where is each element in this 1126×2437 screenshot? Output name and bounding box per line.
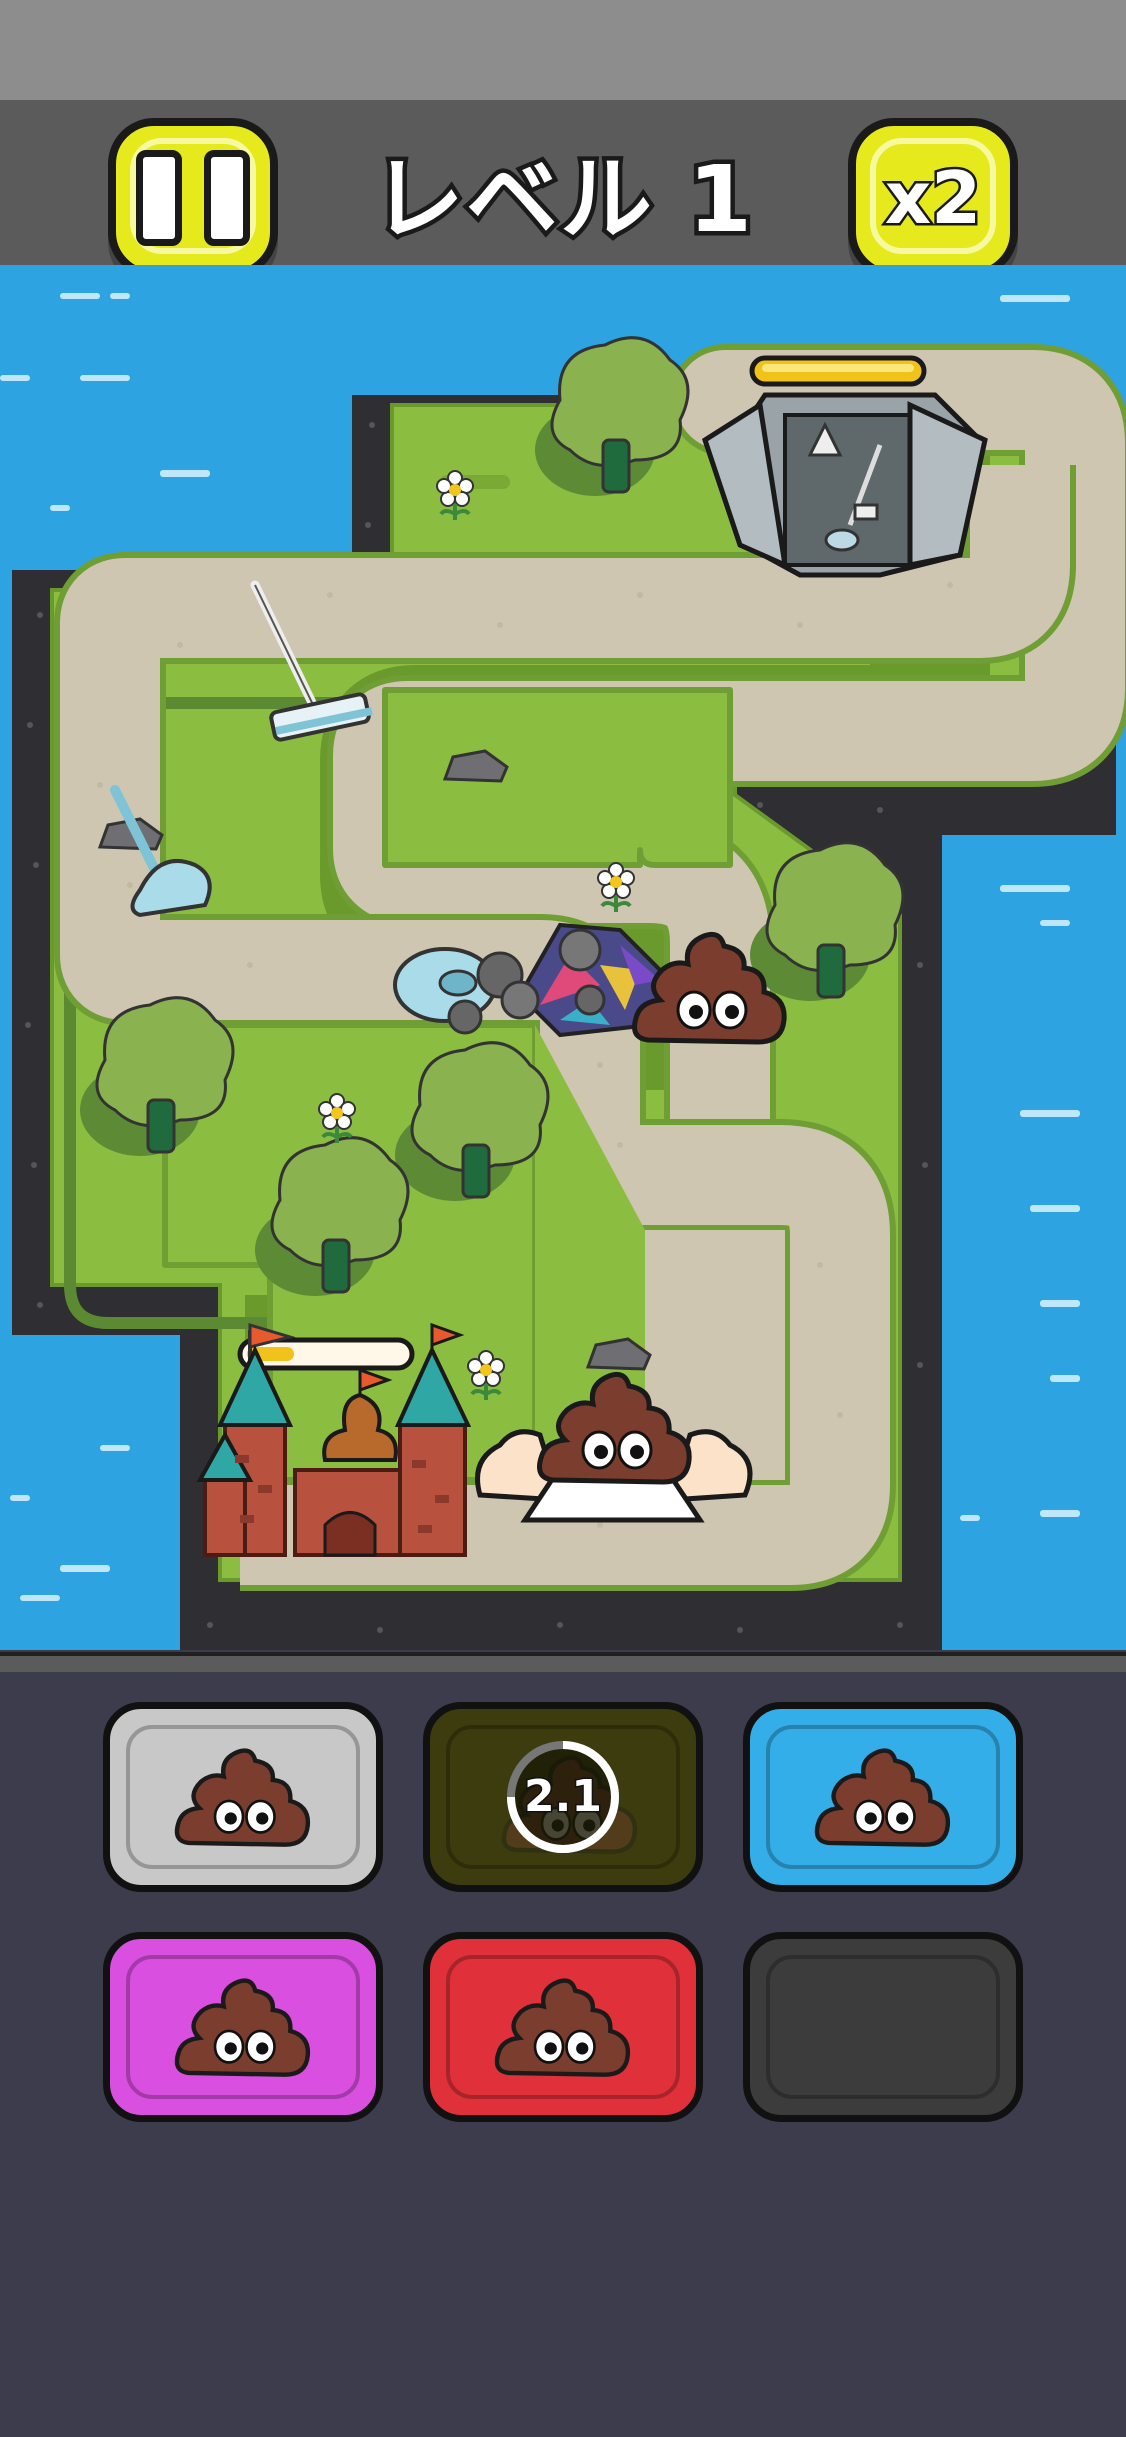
unit-panel: 2.1 bbox=[0, 1672, 1126, 2437]
flower bbox=[466, 1349, 506, 1402]
unit-slot-5[interactable] bbox=[423, 1932, 703, 2122]
speed-button[interactable]: x2 bbox=[848, 118, 1018, 278]
unit-slot-4[interactable] bbox=[103, 1932, 383, 2122]
status-area bbox=[0, 0, 1126, 100]
poop-icon bbox=[173, 1967, 313, 2087]
flower bbox=[317, 1092, 357, 1145]
unit-slot-1[interactable] bbox=[103, 1702, 383, 1892]
pause-button[interactable] bbox=[108, 118, 278, 278]
speed-label: x2 bbox=[882, 154, 984, 243]
unit-slot-empty[interactable] bbox=[743, 1932, 1023, 2122]
poop-icon bbox=[493, 1967, 633, 2087]
cooldown-timer: 2.1 bbox=[503, 1737, 623, 1857]
pause-icon bbox=[136, 150, 250, 246]
flower bbox=[596, 861, 636, 914]
unit-slot-2[interactable]: 2.1 bbox=[423, 1702, 703, 1892]
cooldown-text: 2.1 bbox=[523, 1770, 604, 1824]
game-map[interactable] bbox=[0, 265, 1126, 1650]
player-castle[interactable] bbox=[196, 1322, 472, 1557]
level-title: レベル 1 bbox=[367, 142, 756, 258]
poop-icon bbox=[173, 1737, 313, 1857]
poop-icon bbox=[813, 1737, 953, 1857]
unit-slot-3[interactable] bbox=[743, 1702, 1023, 1892]
flower bbox=[435, 469, 475, 522]
